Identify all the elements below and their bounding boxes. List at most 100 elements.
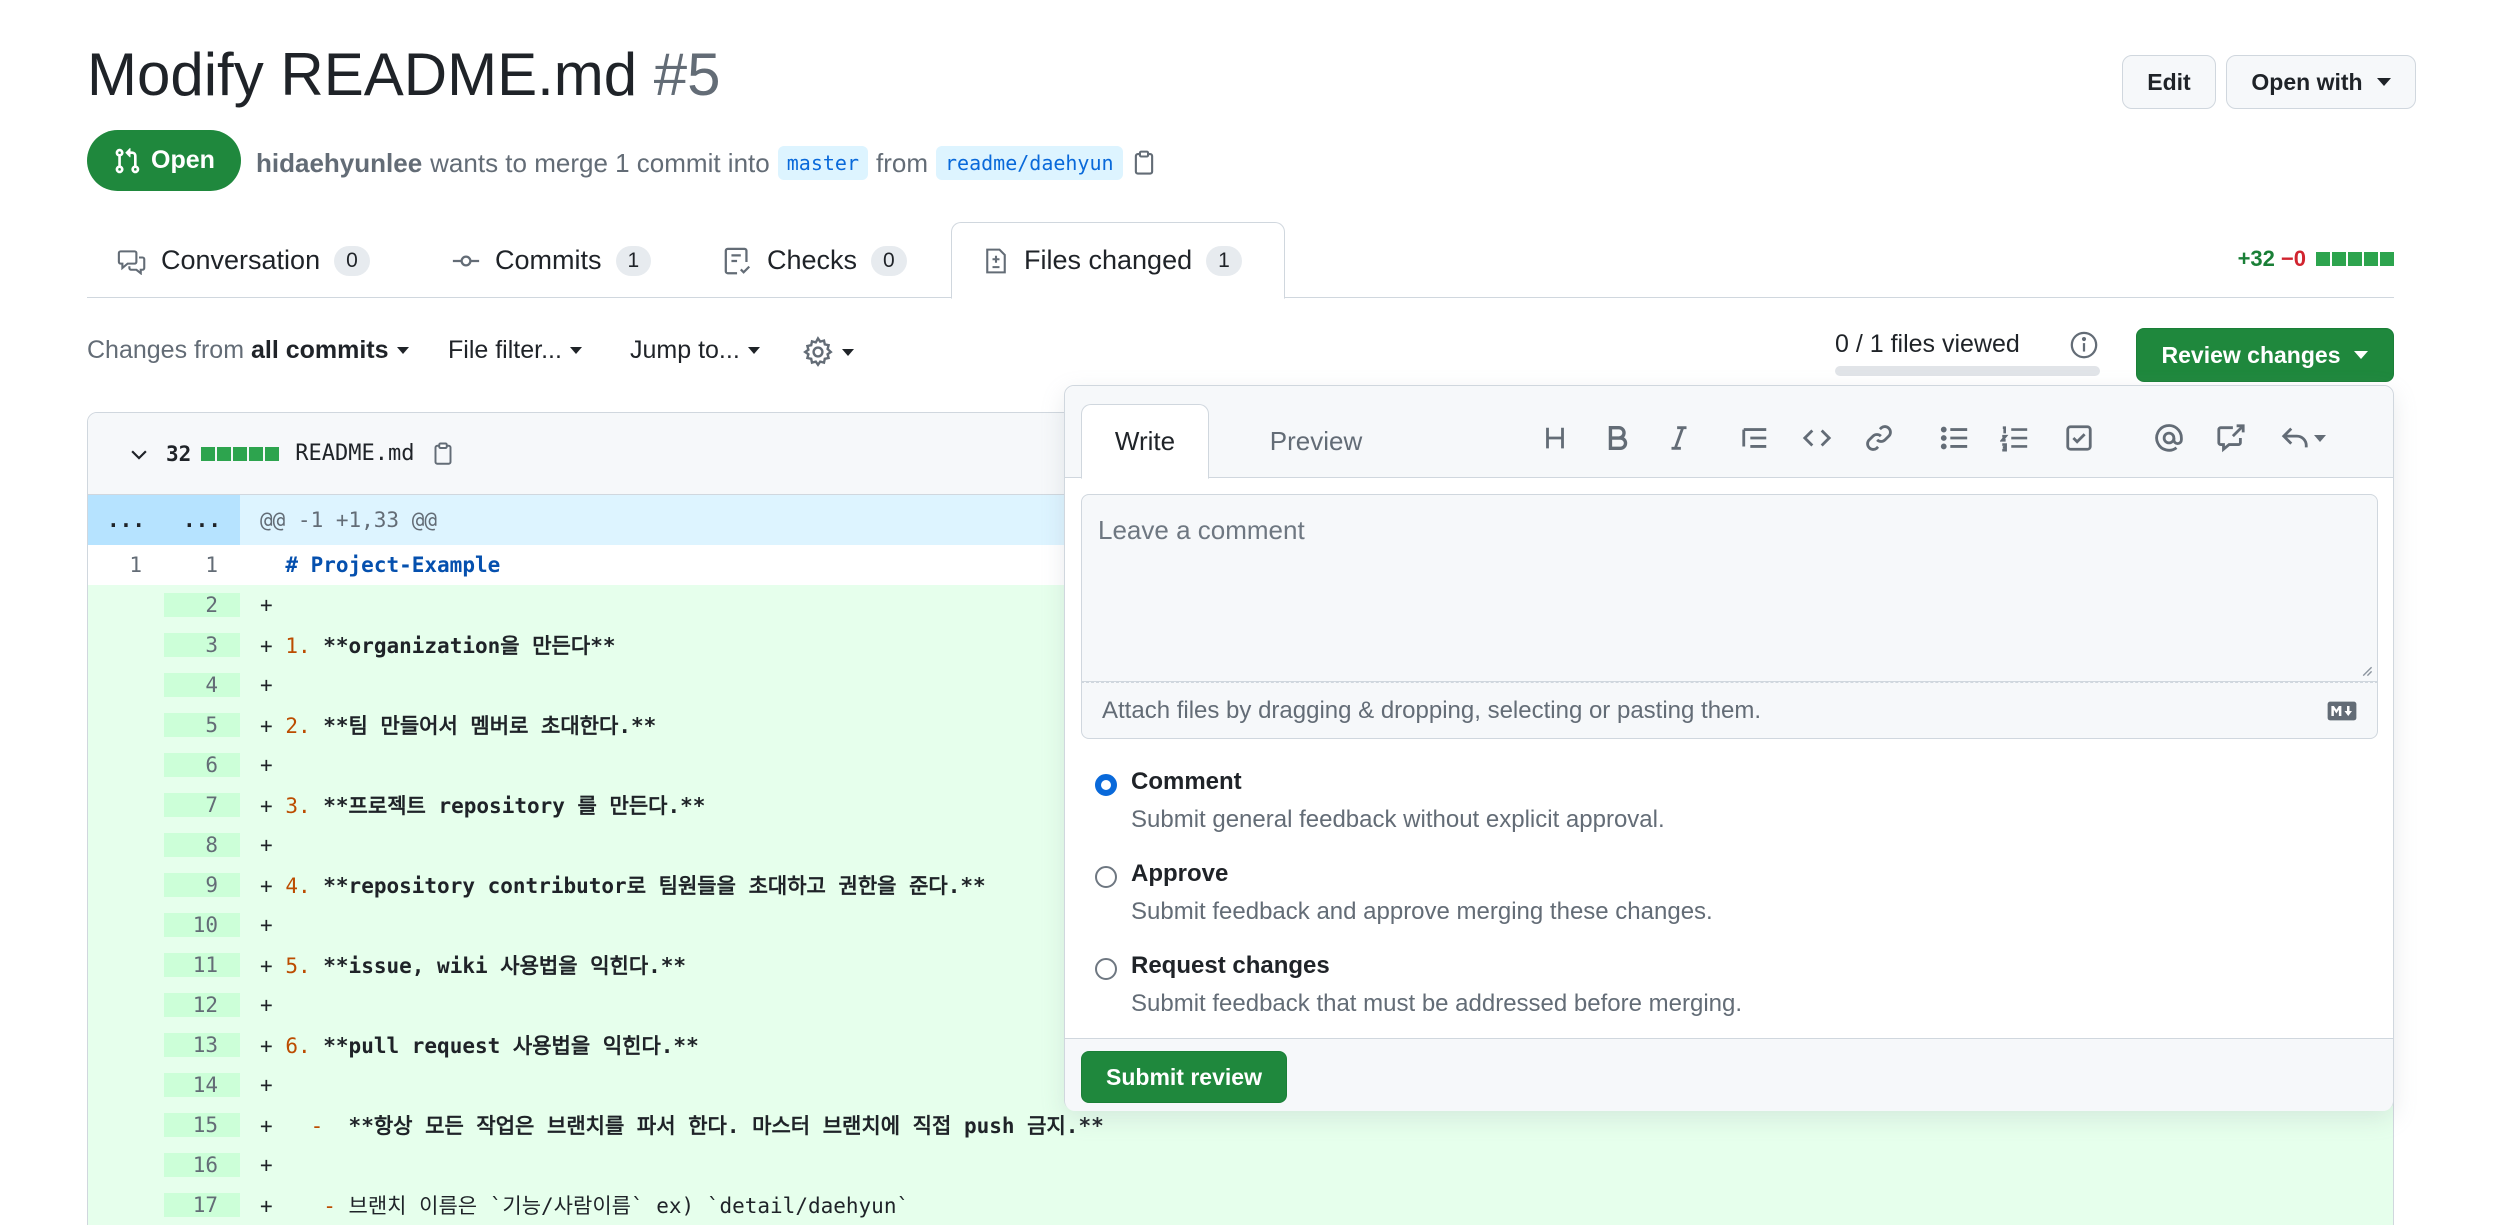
head-branch[interactable]: readme/daehyun — [935, 146, 1123, 180]
hunk-expand-old[interactable]: ... — [88, 495, 164, 545]
changes-from-dropdown[interactable]: Changes from all commits — [87, 336, 409, 365]
edit-button[interactable]: Edit — [2122, 55, 2216, 109]
new-line-number[interactable]: 10 — [164, 913, 240, 937]
option-request-changes-title: Request changes — [1131, 952, 1330, 979]
tab-commits-label: Commits — [495, 245, 602, 275]
diff-text: 브랜치 이름은 `기능/사람이름` ex) `detail/daehyun` — [348, 1194, 910, 1218]
base-branch[interactable]: master — [777, 146, 868, 180]
author-link[interactable]: hidaehyunlee — [256, 148, 422, 179]
jump-to-dropdown[interactable]: Jump to... — [630, 336, 760, 365]
copy-icon[interactable] — [431, 441, 455, 467]
code-icon — [1802, 429, 1832, 447]
new-line-number[interactable]: 1 — [164, 553, 240, 577]
link-button[interactable] — [1863, 422, 1895, 454]
review-panel: Write Preview Leave a comment Attach fil… — [1064, 385, 2394, 1111]
review-panel-footer: Submit review — [1065, 1038, 2393, 1111]
copy-icon[interactable] — [1131, 149, 1157, 177]
resize-handle-icon[interactable] — [2359, 663, 2373, 677]
tab-write[interactable]: Write — [1081, 404, 1209, 479]
tab-files-changed-label: Files changed — [1024, 245, 1193, 275]
hunk-expand-new[interactable]: ... — [164, 495, 240, 545]
mention-button[interactable] — [2153, 422, 2185, 454]
diff-line: 16 + — [88, 1145, 2393, 1185]
list-ordered-icon — [2000, 426, 2028, 452]
diff-line-code: + — [240, 753, 285, 777]
bold-button[interactable] — [1601, 422, 1633, 454]
request-changes-radio[interactable] — [1095, 958, 1117, 980]
quote-button[interactable] — [1739, 422, 1771, 454]
list-marker: 6. — [285, 1034, 311, 1058]
approve-radio[interactable] — [1095, 866, 1117, 888]
file-filter-dropdown[interactable]: File filter... — [448, 336, 582, 365]
option-comment[interactable]: Comment Submit general feedback without … — [1095, 768, 1665, 834]
new-line-number[interactable]: 3 — [164, 633, 240, 657]
unordered-list-button[interactable] — [1939, 422, 1971, 454]
new-line-number[interactable]: 7 — [164, 793, 240, 817]
diff-settings-button[interactable] — [802, 336, 854, 368]
saved-replies-button[interactable] — [2275, 422, 2331, 454]
new-line-number[interactable]: 9 — [164, 873, 240, 897]
tab-conversation[interactable]: Conversation 0 — [87, 222, 400, 299]
review-changes-label: Review changes — [2161, 341, 2341, 368]
pr-title-text: Modify README.md — [87, 41, 638, 108]
attach-files-text: Attach files by dragging & dropping, sel… — [1102, 696, 1762, 724]
code-button[interactable] — [1801, 422, 1833, 454]
new-line-number[interactable]: 11 — [164, 953, 240, 977]
comment-placeholder: Leave a comment — [1098, 515, 1305, 545]
quote-icon — [1742, 428, 1767, 448]
attach-files-bar[interactable]: Attach files by dragging & dropping, sel… — [1081, 682, 2378, 739]
new-line-number[interactable]: 8 — [164, 833, 240, 857]
info-icon[interactable] — [2069, 330, 2099, 360]
file-name[interactable]: README.md — [295, 441, 414, 466]
heading-button[interactable] — [1539, 422, 1571, 454]
tab-commits[interactable]: Commits 1 — [421, 222, 681, 299]
comment-radio[interactable] — [1095, 774, 1117, 796]
diff-sign: + — [260, 593, 273, 617]
chevron-down-icon — [2354, 351, 2369, 359]
new-line-number[interactable]: 14 — [164, 1073, 240, 1097]
diff-line-code: + 5. **issue, wiki 사용법을 익힌다.** — [240, 950, 686, 980]
diff-sign: + — [260, 913, 273, 937]
new-line-number[interactable]: 2 — [164, 593, 240, 617]
tab-preview[interactable]: Preview — [1241, 404, 1391, 479]
new-line-number[interactable]: 16 — [164, 1153, 240, 1177]
edit-button-label: Edit — [2147, 68, 2191, 95]
list-marker: - — [285, 1114, 324, 1138]
bold-icon — [1608, 426, 1628, 450]
list-marker: 1. — [285, 634, 311, 658]
markdown-icon — [2327, 701, 2357, 721]
chevron-down-icon — [396, 347, 409, 354]
old-line-number[interactable]: 1 — [88, 553, 164, 577]
new-line-number[interactable]: 4 — [164, 673, 240, 697]
chevron-down-icon[interactable] — [128, 443, 150, 465]
option-comment-title: Comment — [1131, 768, 1242, 795]
diff-sign: + — [260, 794, 273, 818]
link-icon — [1866, 425, 1892, 451]
heading-icon — [1546, 427, 1564, 449]
new-line-number[interactable]: 17 — [164, 1193, 240, 1217]
reference-button[interactable] — [2215, 422, 2247, 454]
option-approve[interactable]: Approve Submit feedback and approve merg… — [1095, 860, 1713, 926]
tab-files-changed[interactable]: Files changed 1 — [951, 222, 1285, 299]
tab-checks[interactable]: Checks 0 — [693, 222, 937, 299]
git-pull-request-icon — [115, 147, 140, 173]
review-changes-button[interactable]: Review changes — [2136, 328, 2394, 382]
merge-text: wants to merge 1 commit into — [430, 147, 770, 178]
checklist-icon — [724, 247, 751, 274]
italic-button[interactable] — [1663, 422, 1695, 454]
open-with-button[interactable]: Open with — [2226, 55, 2416, 109]
new-line-number[interactable]: 5 — [164, 713, 240, 737]
diff-sign: + — [260, 753, 273, 777]
option-request-changes[interactable]: Request changes Submit feedback that mus… — [1095, 952, 1742, 1018]
new-line-number[interactable]: 12 — [164, 993, 240, 1017]
submit-review-button[interactable]: Submit review — [1081, 1051, 1287, 1103]
ordered-list-button[interactable] — [1999, 422, 2031, 454]
new-line-number[interactable]: 15 — [164, 1113, 240, 1137]
cross-reference-icon — [2217, 424, 2245, 453]
diff-sign: + — [260, 634, 273, 658]
new-line-number[interactable]: 6 — [164, 753, 240, 777]
diff-text: **항상 모든 작업은 브랜치를 파서 한다. 마스터 브랜치에 직접 push… — [335, 1114, 1104, 1138]
task-list-button[interactable] — [2063, 422, 2095, 454]
comment-textarea[interactable]: Leave a comment — [1081, 494, 2378, 682]
new-line-number[interactable]: 13 — [164, 1033, 240, 1057]
